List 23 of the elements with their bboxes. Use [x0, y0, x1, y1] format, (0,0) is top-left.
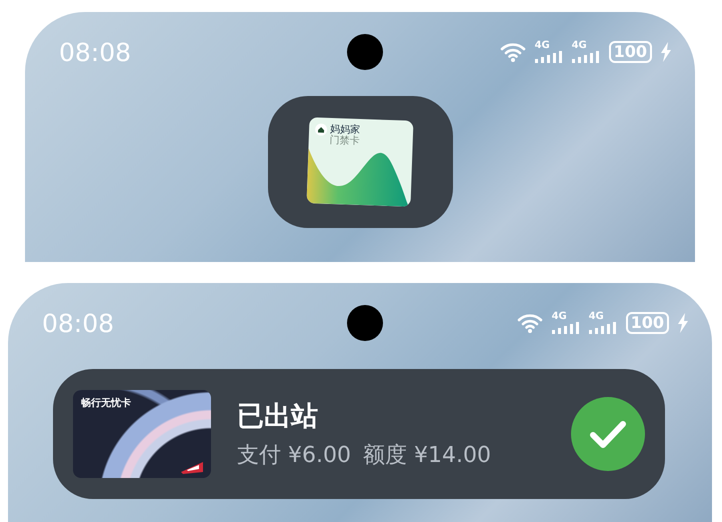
signal-bars-icon	[534, 51, 563, 63]
front-camera	[347, 305, 383, 341]
house-icon	[314, 123, 328, 136]
network-type-label: 4G	[572, 41, 587, 51]
signal-bars-icon	[588, 322, 617, 334]
fare-detail: 支付 ¥6.00	[237, 442, 351, 470]
wifi-icon	[500, 42, 526, 62]
clock-time: 08:08	[59, 38, 132, 66]
clock-time: 08:08	[42, 308, 116, 338]
card-name: 畅行无忧卡	[81, 396, 131, 410]
battery-level: 100	[626, 312, 669, 334]
network-type-label: 4G	[588, 312, 604, 322]
network-type-label: 4G	[534, 41, 550, 51]
battery-level: 100	[608, 41, 652, 63]
status-title: 已出站	[237, 400, 319, 434]
wifi-icon	[516, 313, 543, 333]
fare-detail: 额度 ¥14.00	[362, 442, 491, 470]
card-title: 妈妈家	[330, 124, 360, 136]
signal-bars-icon	[572, 51, 600, 63]
card-type: 门禁卡	[330, 134, 360, 147]
network-type-label: 4G	[552, 312, 567, 322]
signal-bars-icon	[552, 322, 580, 334]
front-camera	[347, 34, 383, 70]
